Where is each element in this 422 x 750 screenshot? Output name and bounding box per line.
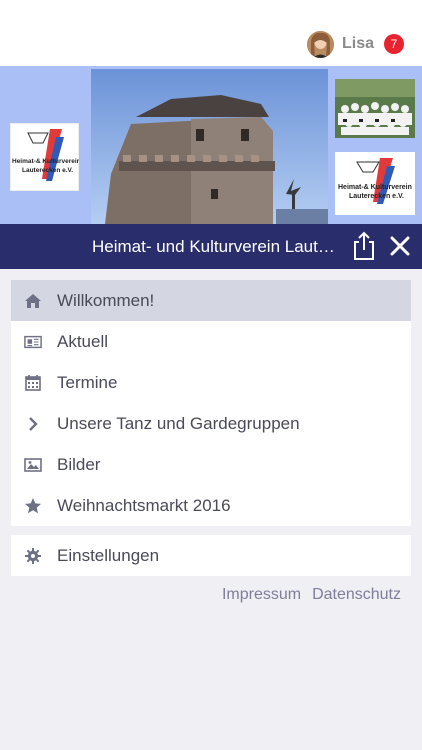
newspaper-icon xyxy=(24,333,42,351)
menu-item-tanz-gardegruppen[interactable]: Unsere Tanz und Gardegruppen xyxy=(11,403,411,444)
share-button[interactable] xyxy=(350,230,378,262)
menu-item-aktuell[interactable]: Aktuell xyxy=(11,321,411,362)
share-icon xyxy=(354,231,374,260)
star-icon xyxy=(24,497,42,515)
title-bar: Heimat- und Kulturverein Lauterecken e.V… xyxy=(0,224,422,269)
page-title: Heimat- und Kulturverein Lauterecken e.V… xyxy=(92,237,342,256)
menu-item-label: Unsere Tanz und Gardegruppen xyxy=(57,413,300,433)
navigation-menu: Willkommen! Aktuell Termine Unsere Tanz … xyxy=(11,280,411,526)
menu-item-label: Willkommen! xyxy=(57,290,155,310)
settings-menu: Einstellungen xyxy=(11,535,411,576)
home-icon xyxy=(24,292,42,310)
svg-text:Lauterecken e.V.: Lauterecken e.V. xyxy=(22,167,73,174)
club-logo-small: Heimat-& Kulturverein Lauterecken e.V. xyxy=(335,152,415,215)
calendar-icon xyxy=(24,374,42,392)
club-logo: Heimat-& Kulturverein Lauterecken e.V. xyxy=(9,122,81,192)
svg-text:Lauterecken e.V.: Lauterecken e.V. xyxy=(349,193,404,200)
group-photo xyxy=(335,79,415,138)
gear-icon xyxy=(24,547,42,565)
user-name[interactable]: Lisa xyxy=(342,35,374,53)
menu-item-einstellungen[interactable]: Einstellungen xyxy=(11,535,411,576)
menu-item-label: Einstellungen xyxy=(57,545,160,565)
menu-item-label: Termine xyxy=(57,372,118,392)
castle-photo xyxy=(91,69,328,224)
menu-item-label: Bilder xyxy=(57,454,101,474)
svg-text:Heimat-& Kulturverein: Heimat-& Kulturverein xyxy=(12,158,79,165)
menu-item-termine[interactable]: Termine xyxy=(11,362,411,403)
close-icon xyxy=(390,236,410,256)
menu-item-bilder[interactable]: Bilder xyxy=(11,444,411,485)
image-icon xyxy=(24,456,42,474)
user-profile[interactable]: Lisa 7 xyxy=(306,30,404,58)
top-bar: Lisa 7 xyxy=(0,0,422,66)
notification-badge[interactable]: 7 xyxy=(384,34,404,54)
chevron-right-icon xyxy=(24,415,42,433)
svg-text:Heimat-& Kulturverein: Heimat-& Kulturverein xyxy=(338,184,412,191)
menu-item-label: Aktuell xyxy=(57,331,109,351)
menu-item-weihnachtsmarkt[interactable]: Weihnachtsmarkt 2016 xyxy=(11,485,411,526)
menu-item-willkommen[interactable]: Willkommen! xyxy=(11,280,411,321)
avatar[interactable] xyxy=(306,30,334,58)
close-button[interactable] xyxy=(387,233,413,259)
footer-links: Impressum Datenschutz xyxy=(222,586,401,604)
menu-item-label: Weihnachtsmarkt 2016 xyxy=(57,495,231,515)
impressum-link[interactable]: Impressum xyxy=(222,586,301,604)
datenschutz-link[interactable]: Datenschutz xyxy=(312,586,401,604)
